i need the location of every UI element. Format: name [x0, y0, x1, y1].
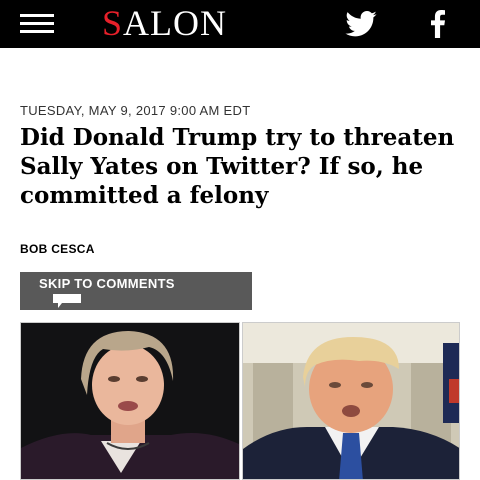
sally-yates-photo — [20, 322, 240, 480]
site-header: SALON — [0, 0, 480, 48]
skip-to-comments-label: SKIP TO COMMENTS — [39, 276, 175, 291]
salon-logo[interactable]: SALON — [102, 3, 227, 43]
twitter-icon[interactable] — [343, 11, 379, 37]
skip-to-comments-button[interactable]: SKIP TO COMMENTS — [20, 272, 252, 310]
comment-bubble-icon — [53, 294, 81, 308]
article-dateline: TUESDAY, MAY 9, 2017 9:00 AM EDT — [20, 103, 251, 118]
hamburger-menu-icon[interactable] — [20, 12, 54, 36]
donald-trump-photo — [242, 322, 460, 480]
article-headline: Did Donald Trump try to threaten Sally Y… — [20, 124, 455, 209]
article-byline[interactable]: BOB CESCA — [20, 242, 95, 256]
facebook-icon[interactable] — [428, 10, 448, 38]
